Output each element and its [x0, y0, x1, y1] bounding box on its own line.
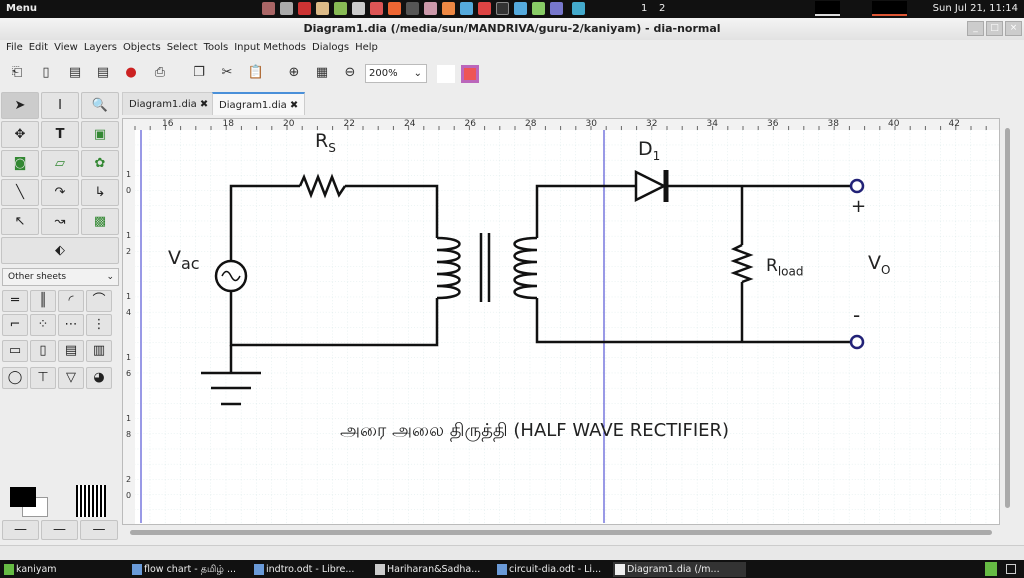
caption[interactable]: அரை அலை திருத்தி (HALF WAVE RECTIFIER): [340, 420, 729, 443]
label-vo[interactable]: VO: [868, 252, 890, 277]
vertical-ruler: [123, 119, 135, 524]
ruler-label: 40: [888, 119, 900, 129]
show-desktop-icon[interactable]: [1006, 564, 1016, 574]
ruler-label: 18: [222, 119, 234, 129]
ruler-label: 26: [464, 119, 476, 129]
label-d1[interactable]: D1: [638, 138, 660, 163]
label-vac[interactable]: Vac: [168, 247, 200, 273]
ruler-label: 32: [646, 119, 658, 129]
taskbar: kaniyam flow chart - தமிழ் ... indtro.od…: [0, 560, 1024, 578]
ruler-label: 38: [827, 119, 839, 129]
vruler-label: 1: [126, 231, 132, 240]
ruler-label: 42: [948, 119, 960, 129]
vruler-label: 8: [126, 429, 132, 439]
ruler-label: 30: [585, 119, 597, 129]
task-circuit-dia[interactable]: circuit-dia.odt - Li...: [495, 562, 610, 577]
diagram-drawing: [123, 119, 999, 524]
task-diagram1[interactable]: Diagram1.dia (/m...: [613, 562, 746, 577]
task-indtro[interactable]: indtro.odt - Libre...: [252, 562, 368, 577]
ruler-label: 34: [706, 119, 718, 129]
ruler-label: 28: [525, 119, 537, 129]
vruler-label: 0: [126, 490, 132, 500]
label-rload[interactable]: Rload: [766, 256, 803, 278]
task-hariharan[interactable]: Hariharan&Sadha...: [373, 562, 491, 577]
trash-icon[interactable]: [985, 562, 997, 576]
vruler-label: 4: [126, 307, 132, 317]
ruler-label: 16: [162, 119, 174, 129]
vruler-label: 0: [126, 185, 132, 195]
vruler-label: 6: [126, 368, 132, 378]
vruler-label: 1: [126, 414, 132, 423]
ruler-label: 22: [343, 119, 355, 129]
vruler-label: 1: [126, 353, 132, 362]
vruler-label: 2: [126, 246, 132, 256]
horizontal-scrollbar[interactable]: [122, 527, 1000, 539]
label-minus[interactable]: -: [853, 303, 860, 327]
ruler-label: 36: [767, 119, 779, 129]
label-plus[interactable]: +: [851, 196, 866, 217]
vruler-label: 1: [126, 170, 132, 179]
label-rs[interactable]: RS: [315, 130, 336, 155]
ruler-label: 20: [283, 119, 295, 129]
vruler-label: 1: [126, 292, 132, 301]
task-flow-chart[interactable]: flow chart - தமிழ் ...: [130, 562, 248, 577]
task-kaniyam[interactable]: kaniyam: [2, 562, 122, 577]
status-bar: [0, 545, 1024, 560]
ruler-label: 24: [404, 119, 416, 129]
vertical-scrollbar[interactable]: [1003, 118, 1013, 525]
vruler-label: 2: [126, 475, 132, 484]
